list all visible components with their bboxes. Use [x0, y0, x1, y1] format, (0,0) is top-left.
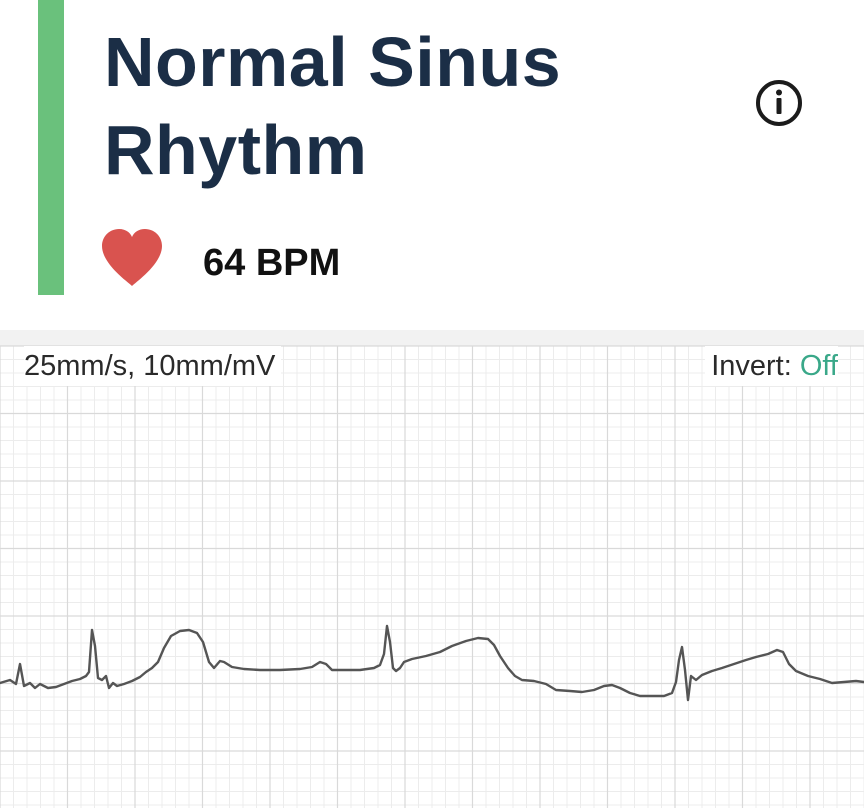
ecg-speed-label: 25mm/s, 10mm/mV	[24, 346, 282, 386]
invert-toggle[interactable]: Invert: Off	[705, 346, 838, 386]
invert-value: Off	[799, 350, 838, 382]
ecg-strip	[0, 345, 864, 808]
invert-label: Invert:	[711, 350, 792, 382]
